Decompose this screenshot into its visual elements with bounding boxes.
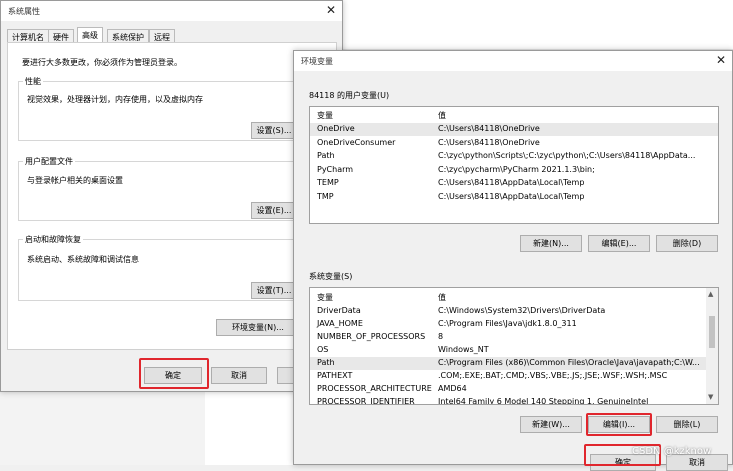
system-delete-button[interactable]: 删除(L)	[656, 416, 718, 433]
user-delete-button[interactable]: 删除(D)	[656, 235, 718, 252]
variable-name: PyCharm	[317, 165, 354, 174]
user-profile-label: 用户配置文件	[23, 156, 75, 167]
system-cancel-button[interactable]: 取消	[211, 367, 267, 384]
variable-name: Path	[317, 358, 335, 367]
system-variable-row[interactable]: JAVA_HOME C:\Program Files\Java\jdk1.8.0_…	[310, 318, 718, 331]
scroll-up-icon[interactable]: ▲	[708, 290, 713, 298]
user-variables-list: 变量 值 OneDrive C:\Users\84118\OneDrive One…	[309, 106, 719, 224]
column-header-variable[interactable]: 变量	[317, 292, 333, 303]
system-variable-row[interactable]: PROCESSOR_IDENTIFIER Intel64 Family 6 Mod…	[310, 396, 718, 405]
user-profile-group: 用户配置文件 与登录帐户相关的桌面设置 设置(E)...	[18, 156, 302, 221]
variable-name: PATHEXT	[317, 371, 353, 380]
admin-note: 要进行大多数更改，你必须作为管理员登录。	[22, 58, 182, 67]
system-variables-header: 变量 值	[310, 288, 718, 303]
variable-name: NUMBER_OF_PROCESSORS	[317, 332, 426, 341]
user-variable-row[interactable]: Path C:\zyc\python\Scripts\;C:\zyc\python…	[310, 150, 718, 163]
user-variable-row[interactable]: TEMP C:\Users\84118\AppData\Local\Temp	[310, 177, 718, 190]
advanced-tab-panel: 要进行大多数更改，你必须作为管理员登录。 性能 视觉效果，处理器计划，内存使用，…	[7, 42, 337, 350]
edit-highlight-box	[586, 413, 652, 436]
tab-computer-name[interactable]: 计算机名	[7, 29, 49, 43]
variable-name: TMP	[317, 192, 334, 201]
system-variable-row[interactable]: NUMBER_OF_PROCESSORS 8	[310, 331, 718, 344]
close-icon[interactable]: ✕	[716, 54, 726, 66]
user-variables-header: 变量 值	[310, 107, 718, 121]
user-edit-button[interactable]: 编辑(E)...	[588, 235, 650, 252]
close-icon[interactable]: ✕	[326, 4, 336, 16]
variable-value: C:\zyc\pycharm\PyCharm 2021.1.3\bin;	[438, 165, 595, 174]
variable-value: .COM;.EXE;.BAT;.CMD;.VBS;.VBE;.JS;.JSE;.…	[438, 371, 668, 380]
background-window	[340, 0, 733, 50]
tab-system-protection[interactable]: 系统保护	[107, 29, 149, 43]
variable-name: OneDriveConsumer	[317, 138, 396, 147]
window-title: 环境变量	[301, 57, 333, 66]
startup-recovery-settings-button[interactable]: 设置(T)...	[251, 282, 297, 299]
variable-name: JAVA_HOME	[317, 319, 363, 328]
system-properties-window: 系统属性 ✕ 计算机名 硬件 高级 系统保护 远程 要进行大多数更改，你必须作为…	[0, 0, 343, 392]
system-variable-row[interactable]: PROCESSOR_ARCHITECTURE AMD64	[310, 383, 718, 396]
variable-value: C:\Windows\System32\Drivers\DriverData	[438, 306, 606, 315]
system-variable-row[interactable]: Path C:\Program Files (x86)\Common Files\…	[310, 357, 718, 370]
variable-value: C:\Users\84118\AppData\Local\Temp	[438, 178, 585, 187]
system-variables-scrollbar[interactable]: ▲ ▼	[706, 288, 718, 404]
system-variable-row[interactable]: PATHEXT .COM;.EXE;.BAT;.CMD;.VBS;.VBE;.JS…	[310, 370, 718, 383]
system-properties-titlebar: 系统属性 ✕	[1, 1, 342, 21]
column-header-value[interactable]: 值	[438, 292, 446, 303]
tab-remote[interactable]: 远程	[149, 29, 175, 43]
user-new-button[interactable]: 新建(N)...	[520, 235, 582, 252]
user-variable-row[interactable]: PyCharm C:\zyc\pycharm\PyCharm 2021.1.3\b…	[310, 164, 718, 177]
variable-value: C:\Program Files\Java\jdk1.8.0_311	[438, 319, 577, 328]
watermark: CSDN @kzknow	[632, 446, 712, 457]
startup-recovery-group: 启动和故障恢复 系统启动、系统故障和调试信息 设置(T)...	[18, 234, 302, 301]
user-profile-desc: 与登录帐户相关的桌面设置	[27, 176, 123, 185]
user-variable-row[interactable]: TMP C:\Users\84118\AppData\Local\Temp	[310, 191, 718, 204]
variable-name: Path	[317, 151, 335, 160]
environment-variables-button[interactable]: 环境变量(N)...	[216, 319, 300, 336]
performance-label: 性能	[23, 76, 43, 87]
variable-value: Windows_NT	[438, 345, 489, 354]
column-header-value[interactable]: 值	[438, 110, 446, 121]
variable-name: OS	[317, 345, 329, 354]
tab-hardware[interactable]: 硬件	[48, 29, 74, 43]
user-variable-row[interactable]: OneDrive C:\Users\84118\OneDrive	[310, 123, 718, 136]
system-variable-row[interactable]: OS Windows_NT	[310, 344, 718, 357]
user-variable-row[interactable]: OneDriveConsumer C:\Users\84118\OneDrive	[310, 137, 718, 150]
variable-value: C:\zyc\python\Scripts\;C:\zyc\python\;C:…	[438, 151, 696, 160]
user-profile-settings-button[interactable]: 设置(E)...	[251, 202, 297, 219]
environment-variables-titlebar: 环境变量 ✕	[294, 51, 732, 71]
variable-value: Intel64 Family 6 Model 140 Stepping 1, G…	[438, 397, 649, 405]
variable-value: C:\Users\84118\AppData\Local\Temp	[438, 192, 585, 201]
scroll-down-icon[interactable]: ▼	[708, 393, 713, 401]
startup-recovery-desc: 系统启动、系统故障和调试信息	[27, 255, 139, 264]
performance-group: 性能 视觉效果，处理器计划，内存使用，以及虚拟内存 设置(S)...	[18, 76, 302, 141]
tab-advanced[interactable]: 高级	[77, 27, 103, 43]
system-variables-label: 系统变量(S)	[309, 272, 353, 281]
variable-name: TEMP	[317, 178, 339, 187]
variable-value: C:\Program Files (x86)\Common Files\Orac…	[438, 358, 700, 367]
variable-name: PROCESSOR_IDENTIFIER	[317, 397, 415, 405]
variable-name: PROCESSOR_ARCHITECTURE	[317, 384, 432, 393]
user-variables-label: 84118 的用户变量(U)	[309, 91, 390, 100]
variable-value: 8	[438, 332, 444, 341]
column-header-variable[interactable]: 变量	[317, 110, 333, 121]
environment-variables-window: 环境变量 ✕ 84118 的用户变量(U) 变量 值 OneDrive C:\Us…	[293, 50, 733, 471]
variable-value: C:\Users\84118\OneDrive	[438, 138, 540, 147]
variable-name: OneDrive	[317, 124, 355, 133]
system-variable-row[interactable]: DriverData C:\Windows\System32\Drivers\Dr…	[310, 305, 718, 318]
variable-name: DriverData	[317, 306, 361, 315]
startup-recovery-label: 启动和故障恢复	[23, 234, 83, 245]
system-variables-list: 变量 值 DriverData C:\Windows\System32\Drive…	[309, 287, 719, 405]
variable-value: C:\Users\84118\OneDrive	[438, 124, 540, 133]
ok-highlight-box	[139, 358, 209, 389]
performance-settings-button[interactable]: 设置(S)...	[251, 122, 297, 139]
performance-desc: 视觉效果，处理器计划，内存使用，以及虚拟内存	[27, 95, 203, 104]
background-window-lower	[205, 390, 295, 465]
system-new-button[interactable]: 新建(W)...	[520, 416, 582, 433]
scrollbar-thumb[interactable]	[709, 316, 715, 348]
window-title: 系统属性	[8, 7, 40, 16]
variable-value: AMD64	[438, 384, 467, 393]
